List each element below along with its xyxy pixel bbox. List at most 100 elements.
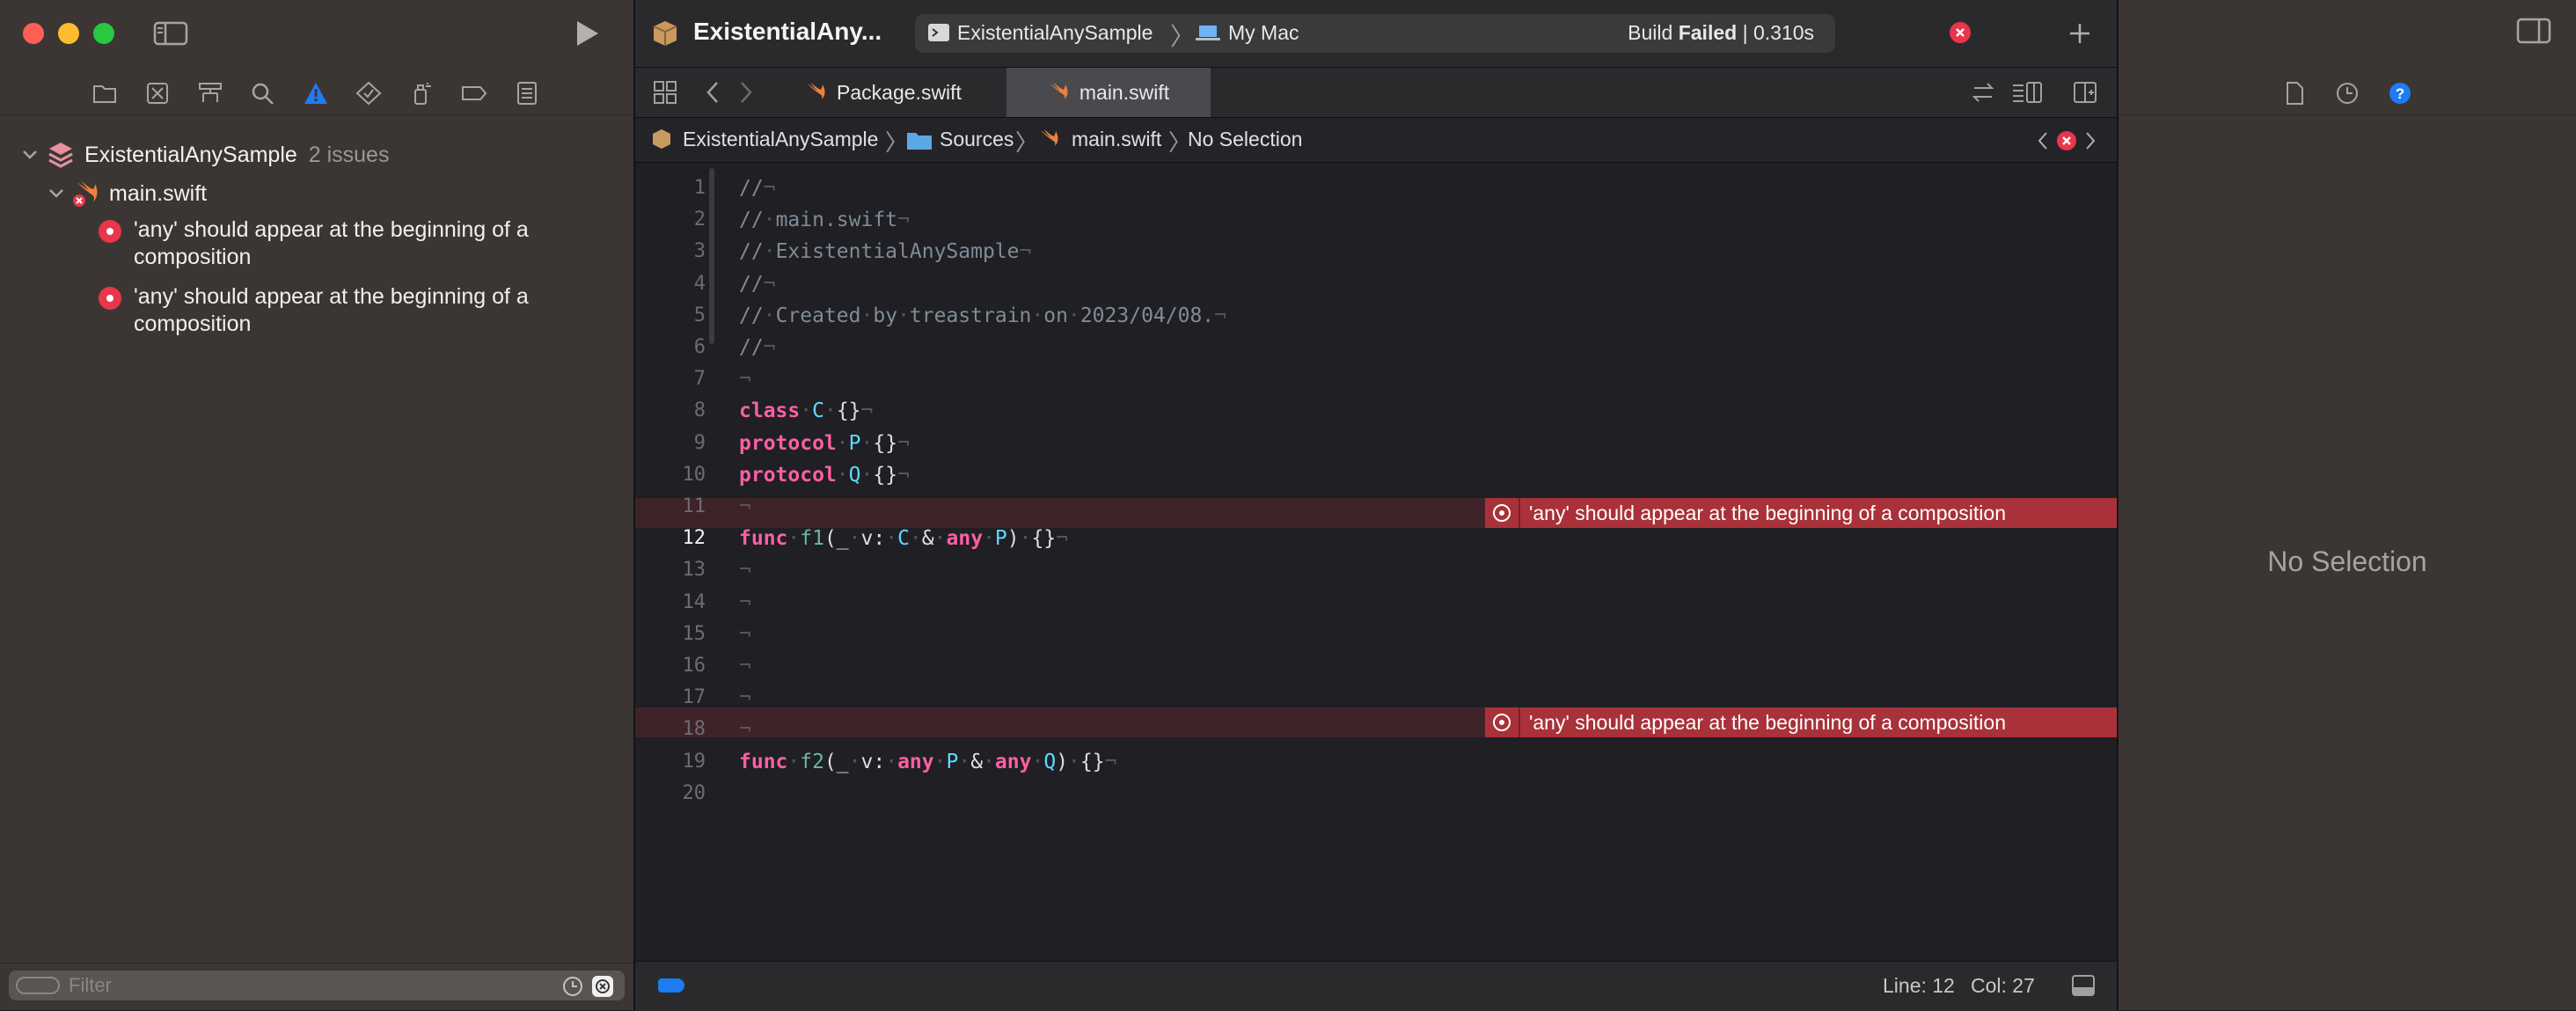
code-line[interactable]: //¬ — [739, 177, 776, 200]
source-editor[interactable]: 'any' should appear at the beginning of … — [635, 163, 2117, 959]
line-number[interactable]: 4 — [635, 273, 706, 295]
history-clock-icon[interactable] — [2335, 81, 2360, 106]
show-issues-filter-icon[interactable] — [591, 975, 614, 998]
code-line[interactable]: func·f1(_·v:·C·&·any·P)·{}¬ — [739, 527, 1068, 550]
recent-clock-icon[interactable] — [561, 975, 584, 998]
line-number[interactable]: 19 — [635, 751, 706, 773]
code-line[interactable]: ¬ — [739, 686, 751, 709]
chevron-right-icon: 〉 — [1015, 129, 1039, 156]
debug-area-toggle-icon[interactable] — [2071, 974, 2096, 997]
filter-field[interactable]: Filter — [9, 971, 625, 1000]
chevron-down-icon[interactable] — [48, 187, 65, 201]
breadcrumb-sources[interactable]: Sources — [940, 128, 1014, 151]
debug-spray-icon[interactable] — [408, 81, 435, 106]
project-title: ExistentialAny... — [693, 18, 882, 45]
filter-options-icon[interactable] — [16, 977, 60, 994]
breadcrumb-project[interactable]: ExistentialAnySample — [683, 128, 878, 151]
line-number[interactable]: 15 — [635, 623, 706, 645]
code-line[interactable]: protocol·Q·{}¬ — [739, 464, 910, 487]
destination-name[interactable]: My Mac — [1228, 21, 1299, 45]
cursor-line: Line: 12 — [1883, 974, 1955, 997]
code-line[interactable]: ¬ — [739, 368, 751, 391]
code-line[interactable]: //·ExistentialAnySample¬ — [739, 240, 1031, 263]
line-number[interactable]: 2 — [635, 209, 706, 231]
breadcrumb-file[interactable]: main.swift — [1072, 128, 1161, 151]
inline-error-message: 'any' should appear at the beginning of … — [1529, 710, 2006, 734]
file-inspector-icon[interactable] — [2284, 81, 2305, 106]
swap-arrows-icon[interactable] — [1971, 80, 1995, 105]
code-line[interactable]: ¬ — [739, 655, 751, 678]
line-number[interactable]: 17 — [635, 686, 706, 708]
svg-text:?: ? — [2396, 85, 2404, 102]
folder-icon[interactable] — [91, 81, 118, 106]
scheme-name[interactable]: ExistentialAnySample — [957, 21, 1153, 45]
file-issue-group[interactable]: main.swift — [109, 181, 207, 207]
test-diamond-icon[interactable] — [355, 81, 382, 106]
grid-icon[interactable] — [653, 80, 677, 105]
issue-row[interactable]: 'any' should appear at the beginning of … — [0, 216, 633, 280]
breakpoint-toggle-icon[interactable] — [658, 978, 684, 993]
tab-label: Package.swift — [837, 80, 962, 104]
add-icon[interactable] — [2067, 21, 2092, 46]
zoom-window-button[interactable] — [93, 23, 114, 44]
split-editor-icon[interactable] — [2073, 80, 2097, 105]
line-number[interactable]: 8 — [635, 399, 706, 421]
line-number[interactable]: 5 — [635, 304, 706, 326]
close-window-button[interactable] — [23, 23, 44, 44]
back-chevron-icon[interactable] — [704, 80, 721, 105]
breadcrumb-selection[interactable]: No Selection — [1188, 128, 1302, 151]
line-number[interactable]: 16 — [635, 655, 706, 677]
code-line[interactable]: //¬ — [739, 336, 776, 359]
code-line[interactable]: //·Created·by·treastrain·on·2023/04/08.¬ — [739, 304, 1226, 327]
help-icon[interactable]: ? — [2388, 81, 2412, 106]
scroll-indicator[interactable] — [709, 168, 714, 344]
code-line[interactable]: func·f2(_·v:·any·P·&·any·Q)·{}¬ — [739, 751, 1116, 773]
line-number[interactable]: 3 — [635, 240, 706, 262]
line-number[interactable]: 1 — [635, 177, 706, 199]
minimize-window-button[interactable] — [58, 23, 79, 44]
scheme-activity-view[interactable]: ExistentialAnySample 〉 My Mac Build Fail… — [915, 14, 1835, 53]
forward-chevron-icon[interactable] — [737, 80, 755, 105]
line-number[interactable]: 20 — [635, 782, 706, 804]
code-line[interactable]: class·C·{}¬ — [739, 399, 873, 422]
issue-row[interactable]: 'any' should appear at the beginning of … — [0, 283, 633, 347]
inspector-toggle-icon[interactable] — [2516, 18, 2551, 44]
code-line[interactable]: ¬ — [739, 718, 751, 741]
next-issue-icon[interactable] — [2083, 130, 2097, 151]
code-line[interactable]: ¬ — [739, 591, 751, 614]
line-number[interactable]: 7 — [635, 368, 706, 390]
inline-error-banner[interactable]: 'any' should appear at the beginning of … — [1485, 498, 2117, 528]
line-number[interactable]: 6 — [635, 336, 706, 358]
breakpoint-icon[interactable] — [461, 81, 487, 106]
line-number[interactable]: 13 — [635, 559, 706, 581]
code-line[interactable]: ¬ — [739, 495, 751, 518]
code-line[interactable]: ¬ — [739, 559, 751, 582]
source-control-icon[interactable] — [144, 81, 171, 106]
code-line[interactable]: ¬ — [739, 623, 751, 646]
inline-error-banner[interactable]: 'any' should appear at the beginning of … — [1485, 707, 2117, 737]
code-line[interactable]: protocol·P·{}¬ — [739, 432, 910, 455]
line-number[interactable]: 9 — [635, 432, 706, 454]
build-error-icon[interactable] — [1950, 22, 1971, 43]
project-issue-group[interactable]: ExistentialAnySample 2 issues — [84, 143, 389, 168]
issue-navigator-icon[interactable] — [303, 81, 329, 106]
line-number[interactable]: 18 — [635, 718, 706, 740]
line-number[interactable]: 14 — [635, 591, 706, 613]
line-number[interactable]: 10 — [635, 464, 706, 486]
report-icon[interactable] — [514, 81, 540, 106]
code-line[interactable]: //·main.swift¬ — [739, 209, 910, 231]
line-number[interactable]: 11 — [635, 495, 706, 517]
sidebar-toggle-icon[interactable] — [153, 21, 188, 46]
code-line[interactable]: //¬ — [739, 273, 776, 296]
chevron-down-icon[interactable] — [21, 148, 39, 162]
search-icon[interactable] — [250, 81, 276, 106]
editor-options-icon[interactable] — [2011, 80, 2043, 105]
tab-package-swift[interactable]: Package.swift — [778, 68, 989, 117]
tab-main-swift[interactable]: main.swift — [1006, 68, 1211, 117]
run-icon[interactable] — [574, 19, 600, 48]
issue-error-icon[interactable] — [2057, 131, 2076, 150]
symbol-hierarchy-icon[interactable] — [197, 81, 223, 106]
previous-issue-icon[interactable] — [2036, 130, 2050, 151]
chevron-right-icon: 〉 — [1170, 23, 1196, 50]
line-number[interactable]: 12 — [635, 527, 706, 549]
